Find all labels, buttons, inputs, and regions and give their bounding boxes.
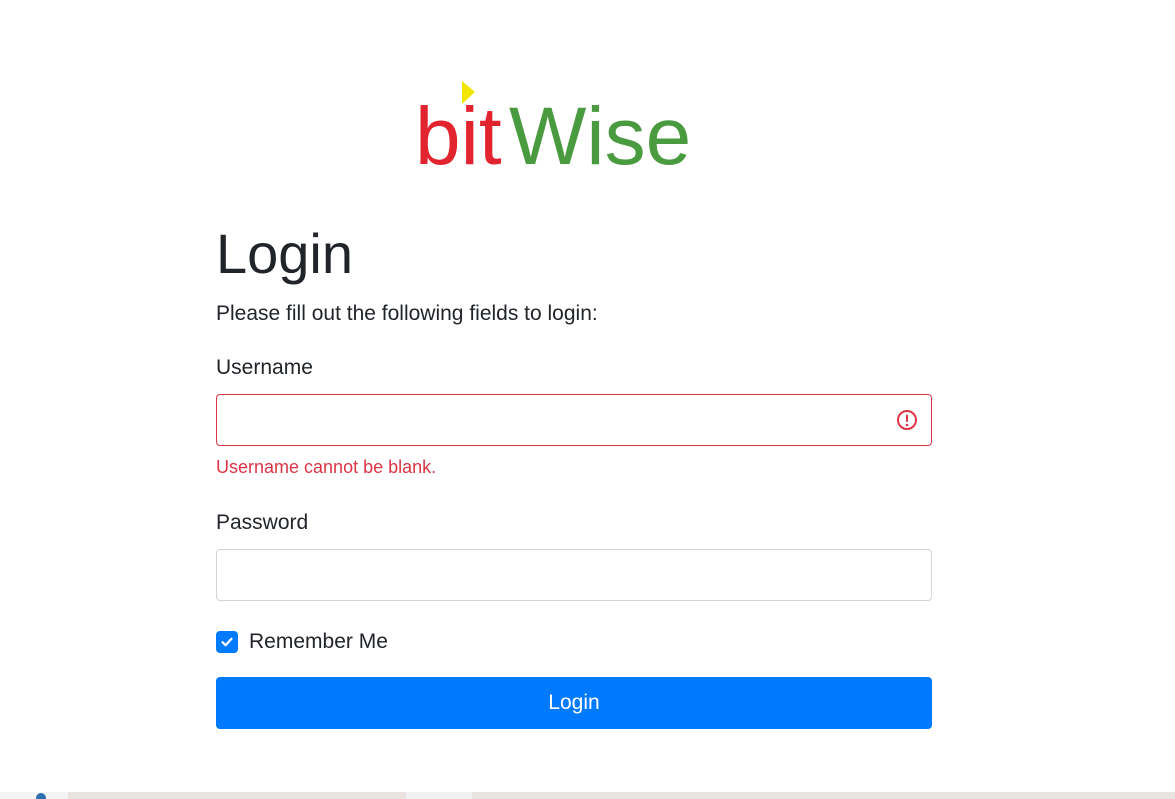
username-input[interactable] — [216, 394, 932, 446]
page-title: Login — [216, 222, 354, 285]
bottom-taskbar-strip — [0, 792, 1175, 799]
password-field-wrapper — [216, 549, 932, 601]
login-button[interactable]: Login — [216, 677, 932, 729]
password-label: Password — [216, 511, 309, 534]
username-error-message: Username cannot be blank. — [216, 457, 437, 477]
login-page: bit Wise Login Please fill out the follo… — [0, 0, 1175, 799]
checkmark-icon — [221, 637, 233, 647]
logo-text-bit: bit — [415, 91, 502, 168]
logo-graphic: bit Wise — [415, 81, 691, 168]
password-input[interactable] — [216, 549, 932, 601]
remember-me-label[interactable]: Remember Me — [249, 628, 388, 656]
username-label: Username — [216, 356, 313, 379]
logo-text-wise: Wise — [509, 91, 691, 168]
taskbar-icon — [36, 793, 46, 799]
bitwise-logo: bit Wise — [415, 78, 695, 168]
login-form-container: Login Please fill out the following fiel… — [216, 222, 932, 729]
username-field-wrapper — [216, 394, 932, 446]
page-subtitle: Please fill out the following fields to … — [216, 302, 598, 325]
remember-me-row: Remember Me — [216, 627, 932, 657]
remember-me-checkbox[interactable] — [216, 631, 238, 653]
exclamation-circle-icon — [896, 409, 918, 431]
